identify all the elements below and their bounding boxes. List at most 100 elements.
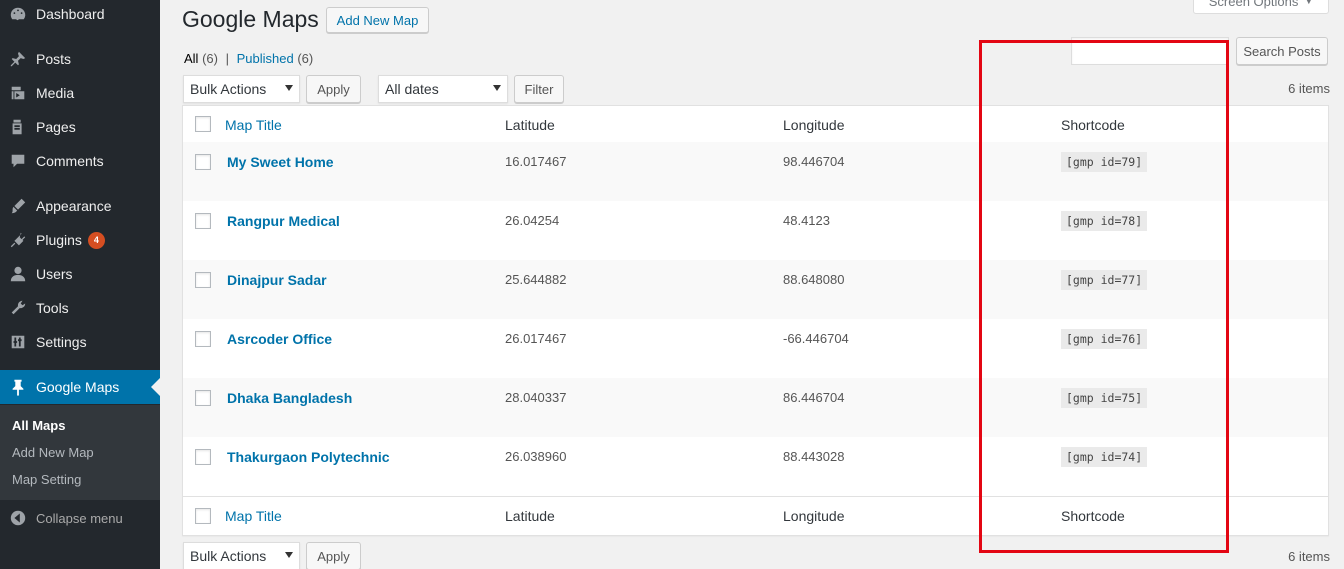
column-longitude: Longitude (783, 117, 845, 133)
longitude-cell: 88.648080 (783, 272, 845, 287)
maps-list-table: Map Title Latitude Longitude Shortcode M… (182, 105, 1329, 536)
latitude-cell: 26.017467 (505, 331, 567, 346)
row-checkbox[interactable] (195, 213, 211, 229)
admin-sidebar: Dashboard Posts Media Pages Comments App… (0, 0, 160, 569)
longitude-cell: 86.446704 (783, 390, 845, 405)
media-icon (0, 84, 36, 102)
sidebar-item-label: Google Maps (36, 379, 120, 395)
table-row: Thakurgaon Polytechnic 26.038960 88.4430… (183, 437, 1328, 496)
row-checkbox[interactable] (195, 331, 211, 347)
apply-button-top[interactable]: Apply (306, 75, 361, 103)
row-checkbox[interactable] (195, 154, 211, 170)
sidebar-item-label: Media (36, 85, 75, 101)
select-all-checkbox-footer[interactable] (195, 508, 211, 524)
filter-all-link[interactable]: All (184, 51, 198, 66)
sidebar-item-media[interactable]: Media (0, 76, 160, 110)
column-map-title[interactable]: Map Title (225, 117, 282, 133)
collapse-menu-label: Collapse menu (36, 510, 123, 526)
collapse-menu-button[interactable]: Collapse menu (0, 505, 160, 531)
collapse-icon (0, 509, 36, 527)
table-header: Map Title Latitude Longitude Shortcode (183, 106, 1328, 143)
submenu-all-maps[interactable]: All Maps (12, 418, 65, 433)
bulk-actions-select-top[interactable]: Bulk Actions (183, 75, 300, 103)
row-checkbox[interactable] (195, 272, 211, 288)
sidebar-item-label: Plugins (36, 232, 82, 248)
longitude-cell: 98.446704 (783, 154, 845, 169)
column-shortcode: Shortcode (1061, 117, 1125, 133)
sidebar-item-plugins[interactable]: Plugins 4 (0, 223, 160, 257)
plug-icon (0, 231, 36, 249)
search-input[interactable] (1071, 37, 1229, 65)
map-title-link[interactable]: Dhaka Bangladesh (227, 390, 352, 406)
pin-icon (0, 50, 36, 68)
latitude-cell: 16.017467 (505, 154, 567, 169)
row-checkbox[interactable] (195, 449, 211, 465)
sidebar-item-appearance[interactable]: Appearance (0, 189, 160, 223)
filter-button[interactable]: Filter (514, 75, 564, 103)
map-title-link[interactable]: Asrcoder Office (227, 331, 332, 347)
brush-icon (0, 197, 36, 215)
sidebar-item-label: Settings (36, 334, 87, 350)
bulk-actions-value: Bulk Actions (190, 81, 267, 97)
map-title-link[interactable]: My Sweet Home (227, 154, 334, 170)
pushpin-icon (0, 378, 36, 396)
caret-down-icon (285, 85, 293, 91)
add-new-map-button[interactable]: Add New Map (326, 7, 429, 33)
settings-icon (0, 333, 36, 351)
sidebar-item-tools[interactable]: Tools (0, 291, 160, 325)
user-icon (0, 265, 36, 283)
table-row: My Sweet Home 16.017467 98.446704 [gmp i… (183, 142, 1328, 201)
map-title-link[interactable]: Thakurgaon Polytechnic (227, 449, 390, 465)
date-filter-value: All dates (385, 81, 439, 97)
apply-button-bottom[interactable]: Apply (306, 542, 361, 569)
select-all-checkbox[interactable] (195, 116, 211, 132)
sidebar-item-label: Pages (36, 119, 76, 135)
longitude-cell: 88.443028 (783, 449, 845, 464)
shortcode-cell: [gmp id=75] (1061, 388, 1148, 408)
page-title: Google Maps (182, 6, 319, 32)
sidebar-item-label: Posts (36, 51, 72, 67)
table-row: Dinajpur Sadar 25.644882 88.648080 [gmp … (183, 260, 1328, 319)
caret-down-icon (285, 552, 293, 558)
filter-published-link[interactable]: Published (237, 51, 294, 66)
screen-options-button[interactable]: Screen Options ▼ (1193, 0, 1329, 14)
submenu-add-new-map[interactable]: Add New Map (12, 445, 94, 460)
shortcode-cell: [gmp id=76] (1061, 329, 1148, 349)
column-map-title[interactable]: Map Title (225, 508, 282, 524)
longitude-cell: 48.4123 (783, 213, 830, 228)
comment-icon (0, 152, 36, 170)
shortcode-cell: [gmp id=79] (1061, 152, 1148, 172)
shortcode-cell: [gmp id=77] (1061, 270, 1148, 290)
sidebar-item-settings[interactable]: Settings (0, 325, 160, 359)
filter-published-count: (6) (297, 51, 314, 66)
active-indicator (151, 378, 160, 396)
column-latitude: Latitude (505, 117, 555, 133)
column-latitude: Latitude (505, 508, 555, 524)
sidebar-item-dashboard[interactable]: Dashboard (0, 0, 160, 31)
submenu-map-setting[interactable]: Map Setting (12, 472, 81, 487)
pages-icon (0, 118, 36, 136)
caret-down-icon (493, 85, 501, 91)
bulk-actions-select-bottom[interactable]: Bulk Actions (183, 542, 300, 569)
sidebar-item-users[interactable]: Users (0, 257, 160, 291)
sidebar-item-label: Comments (36, 153, 104, 169)
row-checkbox[interactable] (195, 390, 211, 406)
column-longitude: Longitude (783, 508, 845, 524)
map-title-link[interactable]: Rangpur Medical (227, 213, 340, 229)
dashboard-icon (0, 5, 36, 23)
longitude-cell: -66.446704 (783, 331, 849, 346)
sidebar-item-comments[interactable]: Comments (0, 144, 160, 178)
bulk-actions-value: Bulk Actions (190, 548, 267, 564)
date-filter-select[interactable]: All dates (378, 75, 508, 103)
latitude-cell: 28.040337 (505, 390, 567, 405)
sidebar-item-google-maps[interactable]: Google Maps (0, 370, 160, 404)
map-title-link[interactable]: Dinajpur Sadar (227, 272, 327, 288)
column-shortcode: Shortcode (1061, 508, 1125, 524)
google-maps-submenu: All Maps Add New Map Map Setting (0, 405, 160, 500)
sidebar-item-pages[interactable]: Pages (0, 110, 160, 144)
update-count-badge: 4 (87, 231, 105, 249)
table-row: Dhaka Bangladesh 28.040337 86.446704 [gm… (183, 378, 1328, 437)
search-posts-button[interactable]: Search Posts (1236, 37, 1328, 65)
latitude-cell: 26.038960 (505, 449, 567, 464)
sidebar-item-posts[interactable]: Posts (0, 42, 160, 76)
